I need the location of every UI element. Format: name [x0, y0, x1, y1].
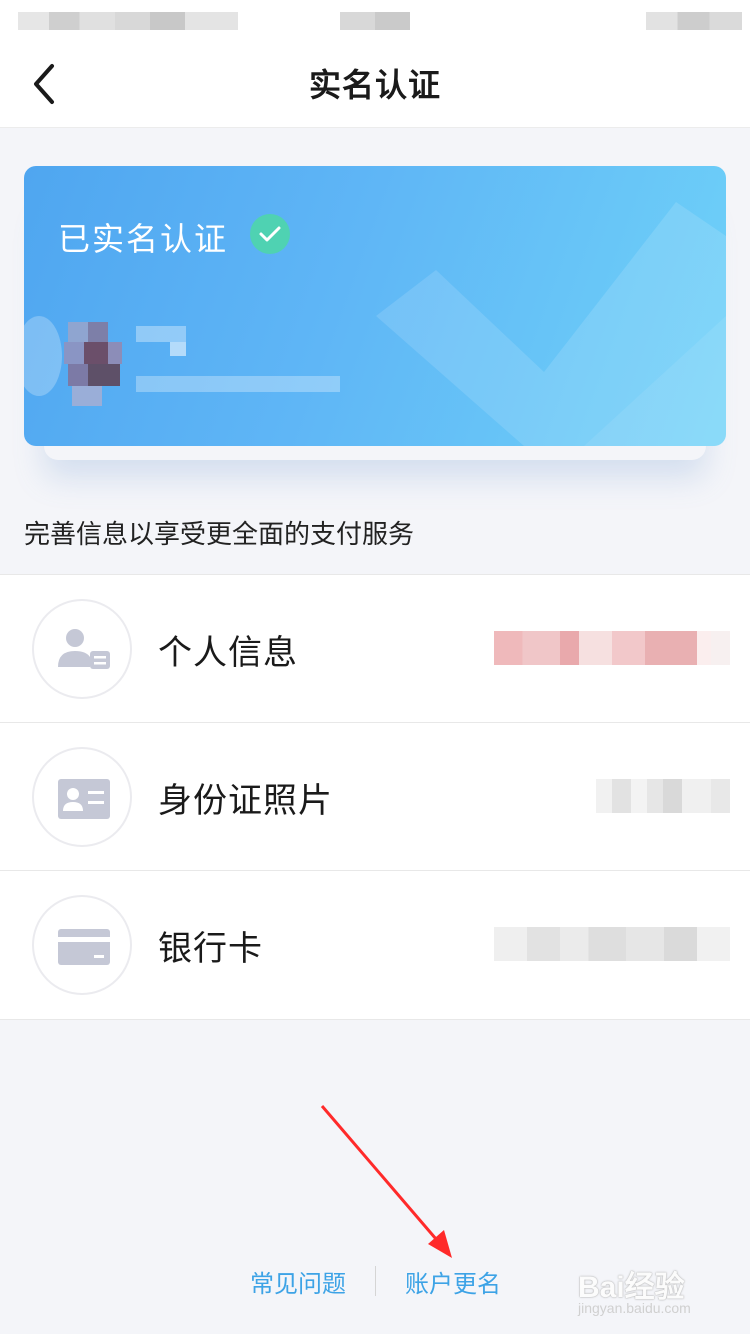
list-item-bank-card[interactable]: 银行卡 [0, 871, 750, 1019]
status-blur [18, 12, 238, 30]
status-blur [646, 12, 742, 30]
list-item-id-photo[interactable]: 身份证照片 [0, 723, 750, 871]
personal-info-value [494, 631, 730, 665]
account-rename-link[interactable]: 账户更名 [405, 1264, 501, 1299]
check-badge-icon [250, 214, 290, 254]
person-card-icon [58, 629, 110, 669]
faq-link[interactable]: 常见问题 [250, 1264, 346, 1299]
list-item-label: 个人信息 [158, 633, 298, 673]
list-item-label: 银行卡 [158, 929, 263, 969]
nav-bar: 实名认证 [0, 40, 750, 128]
bank-card-value [494, 927, 730, 961]
baidu-watermark: Bai经验 jingyan.baidu.com [578, 1262, 738, 1322]
list-item-personal-info[interactable]: 个人信息 [0, 575, 750, 723]
page-title: 实名认证 [308, 66, 441, 104]
icon-container [32, 599, 132, 699]
icon-container [32, 747, 132, 847]
verification-card: 已实名认证 [24, 166, 726, 446]
list-item-label: 身份证照片 [158, 781, 333, 821]
bank-card-icon [58, 929, 110, 965]
id-card-icon [58, 779, 110, 819]
watermark-url: jingyan.baidu.com [578, 1300, 691, 1316]
footer-divider [375, 1266, 376, 1296]
status-bar [0, 0, 750, 40]
verified-status: 已实名认证 [58, 220, 229, 258]
info-list: 个人信息 身份证照片 银行卡 [0, 574, 750, 1020]
status-blur [340, 12, 410, 30]
icon-container [32, 895, 132, 995]
id-photo-value [596, 779, 730, 813]
avatar [64, 322, 340, 406]
hint-text: 完善信息以享受更全面的支付服务 [24, 520, 415, 550]
